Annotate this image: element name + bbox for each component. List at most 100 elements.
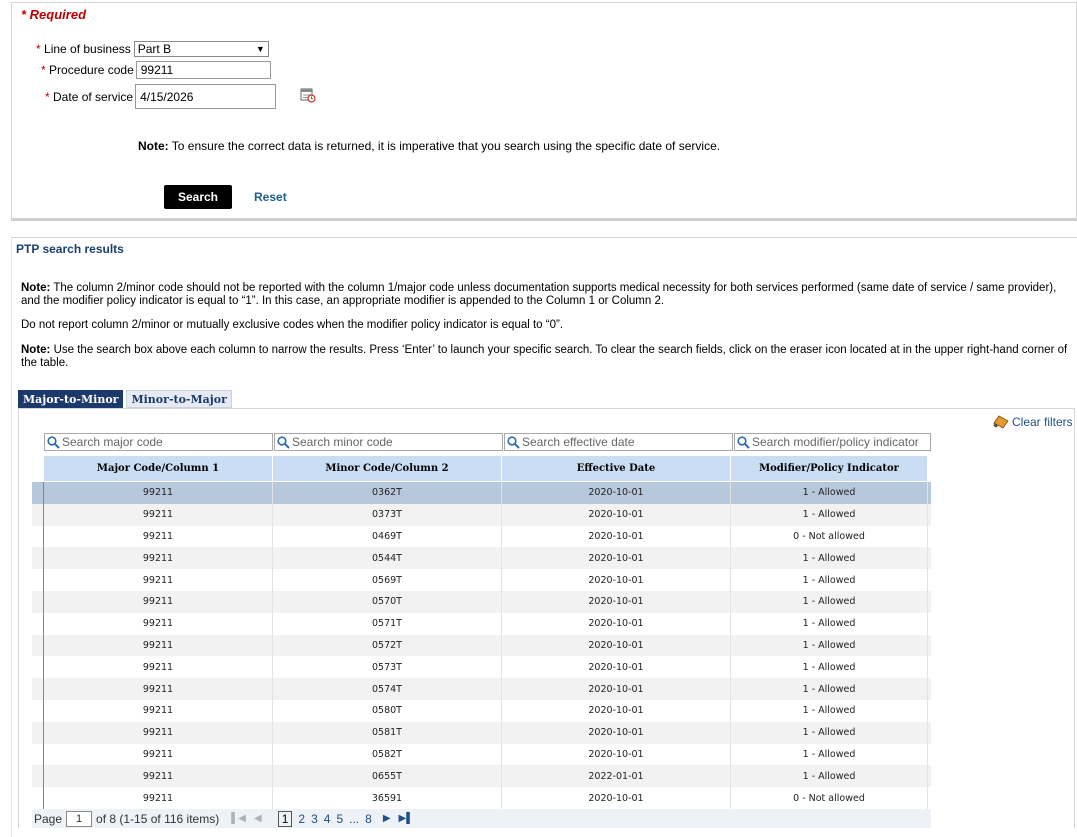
grid-header: Major Code/Column 1 Minor Code/Column 2 … [44,456,928,481]
calendar-icon[interactable] [300,87,316,103]
search-form-panel: * Required * Line of business Part B ▼ *… [11,2,1077,221]
effective-date-filter[interactable]: Search effective date [504,433,733,451]
table-row[interactable]: 99211 0570T 2020-10-01 1 - Allowed [32,590,931,613]
next-page-icon[interactable]: ▶ [383,813,391,824]
table-row[interactable]: 99211 0573T 2020-10-01 1 - Allowed [32,656,931,679]
table-row[interactable]: 99211 0655T 2022-01-01 1 - Allowed [32,765,931,788]
table-row[interactable]: 99211 0569T 2020-10-01 1 - Allowed [32,569,931,591]
minor-code-cell: 36591 [273,787,502,809]
modifier-indicator-cell: 1 - Allowed [731,612,928,635]
page-link-3[interactable]: 3 [311,812,318,826]
eraser-icon [993,415,1009,429]
modifier-indicator-filter-placeholder: Search modifier/policy indicator [752,435,919,449]
column-header-minor-code[interactable]: Minor Code/Column 2 [273,456,502,481]
table-row[interactable]: 99211 0544T 2020-10-01 1 - Allowed [32,547,931,570]
search-icon [507,435,520,449]
table-row[interactable]: 99211 0571T 2020-10-01 1 - Allowed [32,612,931,635]
search-icon [737,435,750,449]
minor-code-cell: 0373T [273,503,502,526]
table-row[interactable]: 99211 0574T 2020-10-01 1 - Allowed [32,678,931,700]
pager-page-input[interactable]: 1 [66,810,93,827]
tab-minor-to-major[interactable]: Minor-to-Major [126,390,232,408]
procedure-code-row: * Procedure code 99211 [41,61,271,79]
major-code-cell: 99211 [44,699,273,722]
page-link-5[interactable]: 5 [336,812,343,826]
minor-code-filter-placeholder: Search minor code [292,435,393,449]
modifier-indicator-cell: 1 - Allowed [731,569,928,591]
major-code-cell: 99211 [44,721,273,744]
column-header-modifier-indicator[interactable]: Modifier/Policy Indicator [731,456,928,481]
table-row[interactable]: 99211 0580T 2020-10-01 1 - Allowed [32,699,931,722]
tab-major-to-minor[interactable]: Major-to-Minor [18,390,124,408]
page-link-2[interactable]: 2 [298,812,305,826]
modifier-indicator-cell: 1 - Allowed [731,590,928,613]
search-button[interactable]: Search [164,185,232,209]
column-header-major-code[interactable]: Major Code/Column 1 [44,456,273,481]
results-note-2: Do not report column 2/minor or mutually… [21,319,564,331]
minor-code-cell: 0469T [273,525,502,548]
row-indicator [32,503,44,526]
table-row[interactable]: 99211 0469T 2020-10-01 0 - Not allowed [32,525,931,548]
table-row[interactable]: 99211 0572T 2020-10-01 1 - Allowed [32,634,931,657]
row-indicator [32,612,44,635]
effective-date-cell: 2020-10-01 [502,787,731,809]
row-indicator [32,765,44,788]
reset-link[interactable]: Reset [254,190,287,204]
major-code-cell: 99211 [44,634,273,657]
major-code-cell: 99211 [44,678,273,700]
minor-code-filter[interactable]: Search minor code [274,433,503,451]
date-of-service-label: * Date of service [45,89,134,104]
minor-code-cell: 0573T [273,656,502,679]
grid-pager: Page 1 of 8 (1-15 of 116 items) ▌◀ ◀ 1 2… [32,809,931,828]
effective-date-cell: 2020-10-01 [502,569,731,591]
procedure-code-input[interactable]: 99211 [135,61,271,79]
date-of-service-note: Note: To ensure the correct data is retu… [138,139,721,153]
line-of-business-select[interactable]: Part B ▼ [133,41,269,57]
modifier-indicator-filter[interactable]: Search modifier/policy indicator [734,433,931,451]
date-of-service-input[interactable]: 4/15/2026 [135,84,277,109]
first-page-icon[interactable]: ▌◀ [231,813,246,824]
required-indicator: * Required [21,7,87,22]
table-row[interactable]: 99211 36591 2020-10-01 0 - Not allowed [32,787,931,809]
row-indicator [32,678,44,700]
row-indicator [32,634,44,657]
effective-date-cell: 2020-10-01 [502,678,731,700]
minor-code-cell: 0362T [273,482,502,504]
table-row[interactable]: 99211 0582T 2020-10-01 1 - Allowed [32,743,931,766]
results-note-1: Note: The column 2/minor code should not… [21,282,1057,307]
results-title: PTP search results [16,242,124,256]
modifier-indicator-cell: 1 - Allowed [731,482,928,504]
major-code-cell: 99211 [44,569,273,591]
last-page-icon[interactable]: ▶▌ [399,813,414,824]
pager-summary: of 8 (1-15 of 116 items) [96,811,220,826]
table-row[interactable]: 99211 0362T 2020-10-01 1 - Allowed [32,482,931,504]
prev-page-icon[interactable]: ◀ [254,813,262,824]
major-code-cell: 99211 [44,482,273,504]
column-header-effective-date[interactable]: Effective Date [502,456,731,481]
major-code-cell: 99211 [44,503,273,526]
row-indicator [32,569,44,591]
table-row[interactable]: 99211 0581T 2020-10-01 1 - Allowed [32,721,931,744]
effective-date-cell: 2020-10-01 [502,656,731,679]
page-link-8[interactable]: 8 [365,812,372,826]
effective-date-cell: 2020-10-01 [502,547,731,570]
clear-filters-button[interactable]: Clear filters [993,415,1073,429]
modifier-indicator-cell: 1 - Allowed [731,743,928,766]
search-icon [277,435,290,449]
modifier-indicator-cell: 0 - Not allowed [731,525,928,548]
minor-code-cell: 0655T [273,765,502,788]
page-link-4[interactable]: 4 [324,812,331,826]
table-row[interactable]: 99211 0373T 2020-10-01 1 - Allowed [32,503,931,526]
line-of-business-label: * Line of business [36,42,131,56]
effective-date-cell: 2020-10-01 [502,503,731,526]
page-link-1[interactable]: 1 [277,810,293,827]
effective-date-cell: 2022-01-01 [502,765,731,788]
minor-code-cell: 0544T [273,547,502,570]
search-icon [47,435,60,449]
effective-date-filter-placeholder: Search effective date [522,435,635,449]
major-code-filter[interactable]: Search major code [44,433,273,451]
modifier-indicator-cell: 1 - Allowed [731,678,928,700]
page-link-ellipsis[interactable]: ... [349,812,359,826]
modifier-indicator-cell: 1 - Allowed [731,721,928,744]
major-code-cell: 99211 [44,765,273,788]
